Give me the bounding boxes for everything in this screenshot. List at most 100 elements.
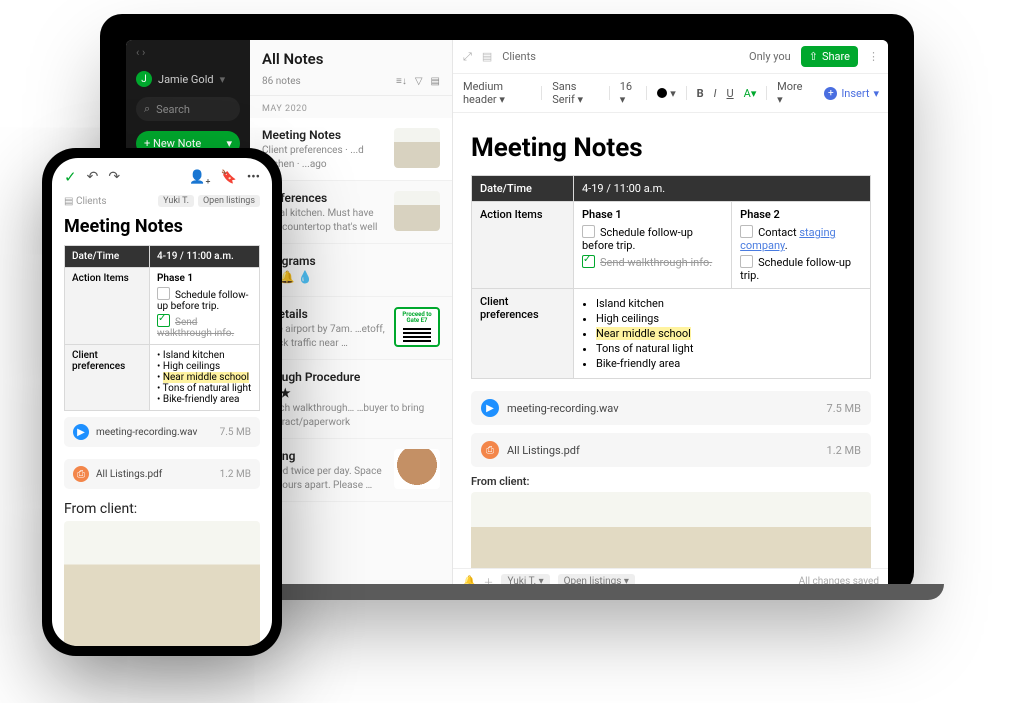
share-button[interactable]: ⇧ Share: [801, 46, 858, 67]
share-label: Share: [822, 50, 850, 63]
th-datetime: Date/Time: [65, 246, 150, 268]
share-user-icon[interactable]: 👤₊: [189, 170, 210, 185]
phone-frame: ✓ ↶ ↷ 👤₊ 🔖 ••• ▤ Clients Yuki T. Open li…: [42, 148, 282, 656]
notebook-icon: ▤: [482, 50, 492, 63]
list-item: Bike-friendly area: [163, 394, 240, 405]
style-select[interactable]: Medium header ▾: [463, 80, 531, 106]
attachment-audio[interactable]: ▶ meeting-recording.wav 7.5 MB: [471, 391, 871, 425]
card-thumbnail: [394, 449, 440, 489]
font-color[interactable]: ▾: [657, 87, 676, 100]
checkbox-done[interactable]: [157, 314, 170, 327]
phase1-label: Phase 1: [582, 208, 723, 221]
search-placeholder: Search: [156, 103, 190, 116]
checkbox[interactable]: [740, 225, 753, 238]
phone-attachment-audio[interactable]: ▶ meeting-recording.wav 7.5 MB: [64, 417, 260, 447]
row-header: Action Items: [472, 202, 574, 289]
editor: ⤢ ▤ Clients Only you ⇧ Share ⋮ Medium he…: [453, 40, 888, 594]
phone-chip[interactable]: Open listings: [198, 195, 260, 207]
checkbox-done[interactable]: [582, 255, 595, 268]
row-header: Client preferences: [65, 345, 150, 411]
list-item: Tons of natural light: [596, 342, 862, 355]
phone-table[interactable]: Date/Time4-19 / 11:00 a.m. Action Items …: [64, 245, 260, 411]
preferences-list: Island kitchen High ceilings Near middle…: [582, 297, 862, 370]
bold-button[interactable]: B: [697, 87, 704, 100]
attachment-name: All Listings.pdf: [507, 444, 580, 457]
nav-back-forward[interactable]: ‹ ›: [136, 46, 240, 59]
checkbox[interactable]: [740, 255, 753, 268]
card-icons: ⭐ ★: [262, 386, 440, 400]
pdf-icon: ⎙: [73, 466, 89, 482]
card-thumbnail-qr: Proceed to Gate E7: [394, 307, 440, 347]
attachment-name: meeting-recording.wav: [507, 402, 619, 415]
size-select[interactable]: 16 ▾: [620, 80, 637, 106]
attachment-size: 7.5 MB: [827, 402, 861, 415]
attachment-size: 7.5 MB: [220, 427, 251, 438]
card-icons: ⭐ 🔔 💧: [262, 270, 440, 284]
redo-icon[interactable]: ↷: [108, 169, 120, 185]
phone-note-title[interactable]: Meeting Notes: [64, 216, 260, 237]
list-item: High ceilings: [596, 312, 862, 325]
client-photo: [471, 492, 871, 568]
search-input[interactable]: ⌕ Search: [136, 97, 240, 121]
account-switcher[interactable]: J Jamie Gold ▾: [136, 71, 240, 87]
card-subtitle: …each walkthrough… …buyer to bring contr…: [262, 402, 440, 428]
list-item: Near middle school: [596, 327, 862, 340]
qr-label: Proceed to Gate E7: [399, 312, 435, 324]
th-datetime-value: 4-19 / 11:00 a.m.: [150, 246, 260, 268]
list-item: Bike-friendly area: [596, 357, 862, 370]
attachment-size: 1.2 MB: [220, 469, 251, 480]
view-icon[interactable]: ▤: [431, 76, 440, 87]
more-format[interactable]: More ▾: [777, 80, 804, 106]
list-item: Tons of natural light: [163, 383, 252, 394]
audio-icon: ▶: [481, 399, 499, 417]
phone-client-photo: [64, 521, 260, 646]
task-text: Schedule follow-up before trip.: [582, 226, 693, 252]
checkbox[interactable]: [157, 287, 170, 300]
more-icon[interactable]: •••: [247, 170, 260, 185]
list-item: Near middle school: [163, 372, 249, 383]
underline-button[interactable]: U: [727, 87, 734, 100]
plus-icon: +: [824, 87, 837, 100]
insert-button[interactable]: +Insert ▾: [824, 87, 879, 100]
note-title[interactable]: Meeting Notes: [471, 133, 871, 163]
search-icon: ⌕: [144, 102, 150, 116]
italic-button[interactable]: I: [714, 87, 717, 100]
phone-breadcrumb[interactable]: ▤ Clients: [64, 196, 107, 207]
bookmark-icon[interactable]: 🔖: [221, 170, 237, 185]
format-toolbar: Medium header ▾ Sans Serif ▾ 16 ▾ ▾ B I …: [453, 74, 888, 113]
attachment-pdf[interactable]: ⎙ All Listings.pdf 1.2 MB: [471, 433, 871, 467]
phone-attachment-pdf[interactable]: ⎙ All Listings.pdf 1.2 MB: [64, 459, 260, 489]
sort-icon[interactable]: ≡↓: [396, 76, 407, 87]
pdf-icon: ⎙: [481, 441, 499, 459]
task-text: Contact: [758, 226, 799, 239]
from-client-label: From client:: [471, 475, 871, 488]
more-icon[interactable]: ⋮: [868, 50, 879, 63]
highlight-button[interactable]: A▾: [744, 87, 757, 100]
card-title: …rough Procedure ⭐ ★: [262, 370, 440, 400]
row-header: Client preferences: [472, 289, 574, 379]
only-you-label: Only you: [749, 50, 791, 63]
note-table[interactable]: Date/Time4-19 / 11:00 a.m. Action Items …: [471, 175, 871, 379]
user-avatar: J: [136, 71, 152, 87]
expand-icon[interactable]: ⤢: [463, 50, 472, 64]
card-thumbnail: [394, 128, 440, 168]
audio-icon: ▶: [73, 424, 89, 440]
phone-from-client: From client:: [64, 501, 260, 517]
share-icon: ⇧: [809, 50, 818, 63]
undo-icon[interactable]: ↶: [87, 169, 99, 185]
attachment-name: meeting-recording.wav: [96, 427, 197, 438]
card-title: …rograms ⭐ 🔔 💧: [262, 254, 440, 284]
filter-icon[interactable]: ▽: [415, 76, 423, 87]
list-item: High ceilings: [163, 361, 220, 372]
card-subtitle: Client preferences · ...d kitchen · ...a…: [262, 144, 386, 170]
font-select[interactable]: Sans Serif ▾: [552, 80, 599, 106]
breadcrumb[interactable]: Clients: [502, 50, 536, 63]
user-name: Jamie Gold: [158, 73, 214, 86]
phone-chip[interactable]: Yuki T.: [158, 195, 194, 207]
list-item: Island kitchen: [596, 297, 862, 310]
th-datetime-value: 4-19 / 11:00 a.m.: [574, 176, 871, 202]
note-count: 86 notes: [262, 76, 301, 87]
done-icon[interactable]: ✓: [64, 168, 77, 186]
checkbox[interactable]: [582, 225, 595, 238]
task-text: Schedule follow-up trip.: [740, 256, 851, 282]
